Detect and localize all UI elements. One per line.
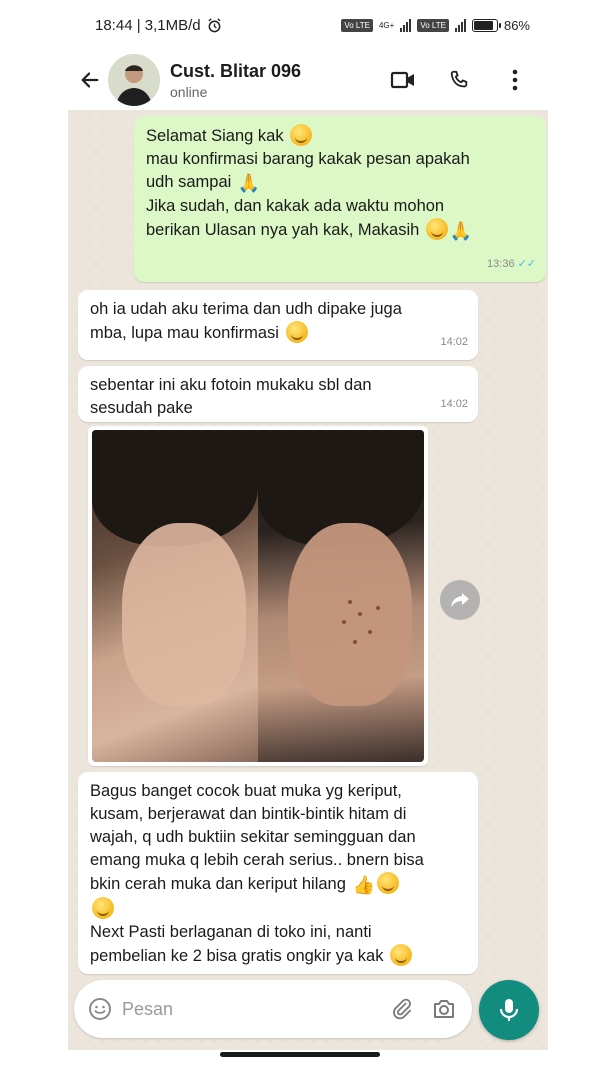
message-line: Bagus banget cocok buat muka yg keriput,: [90, 782, 402, 800]
message-outgoing[interactable]: Selamat Siang kak mau konfirmasi barang …: [134, 116, 546, 282]
message-time: 13:36 ✓✓: [487, 253, 536, 276]
message-line: oh ia udah aku terima dan udh dipake jug…: [90, 300, 402, 318]
blush-emoji-icon: [92, 897, 114, 919]
chat-area[interactable]: Selamat Siang kak mau konfirmasi barang …: [68, 110, 548, 1050]
photo-face: [287, 522, 413, 706]
message-text: pembelian ke 2 bisa gratis ongkir ya kak: [90, 947, 384, 965]
message-line: [90, 897, 466, 921]
message-incoming[interactable]: oh ia udah aku terima dan udh dipake jug…: [78, 290, 478, 360]
emoji-icon[interactable]: [88, 997, 112, 1021]
photo-detail: [368, 630, 372, 634]
message-incoming[interactable]: sebentar ini aku fotoin mukaku sbl dan s…: [78, 366, 478, 422]
camera-button[interactable]: [430, 995, 458, 1023]
message-text: bkin cerah muka dan keriput hilang: [90, 875, 346, 893]
message-time: 14:02: [440, 398, 468, 410]
mic-button[interactable]: [479, 980, 539, 1040]
message-line: Selamat Siang kak: [146, 124, 534, 148]
message-text: berikan Ulasan nya yah kak, Makasih: [146, 221, 420, 239]
grin-emoji-icon: [285, 321, 308, 343]
photo-detail: [353, 640, 357, 644]
message-line: bkin cerah muka dan keriput hilang 👍: [90, 872, 466, 897]
signal-icon-2: [454, 18, 466, 32]
photo-detail: [348, 600, 352, 604]
message-line: pembelian ke 2 bisa gratis ongkir ya kak: [90, 944, 466, 968]
chat-header: Cust. Blitar 096 online: [0, 50, 600, 110]
message-line: wajah, q udh buktiin sekitar semingguan …: [90, 828, 416, 846]
more-vertical-icon: [512, 69, 518, 91]
time-text: 13:36: [487, 258, 515, 270]
message-line: sebentar ini aku fotoin mukaku sbl dan: [90, 376, 372, 394]
contact-status: online: [170, 83, 208, 100]
pray-emoji-icon: 🙏: [237, 173, 261, 193]
message-line: sesudah pake: [90, 399, 193, 417]
message-line: berikan Ulasan nya yah kak, Makasih 🙏: [146, 218, 534, 243]
message-line: udh sampai 🙏: [146, 171, 534, 195]
more-options-button[interactable]: [502, 67, 528, 93]
photo-detail: [342, 620, 346, 624]
camera-icon: [434, 1000, 454, 1018]
header-actions: [390, 67, 528, 93]
thumbs-up-emoji-icon: 👍: [352, 875, 375, 895]
smile-emoji-icon: [290, 124, 313, 146]
message-text: mba, lupa mau konfirmasi: [90, 324, 279, 342]
video-call-icon: [390, 71, 414, 89]
photo-face: [121, 522, 247, 706]
grin-emoji-icon: [390, 944, 413, 966]
phone-call-icon: [450, 70, 468, 88]
message-text: udh sampai: [146, 173, 232, 191]
status-time: 18:44 | 3,1MB/d: [95, 16, 201, 34]
back-arrow-icon: [81, 72, 99, 88]
forward-share-icon: [451, 593, 469, 607]
photo-detail: [358, 612, 362, 616]
read-receipt-icon: ✓✓: [517, 258, 536, 270]
message-line: kusam, berjerawat dan bintik-bintik hita…: [90, 805, 407, 823]
before-after-photo[interactable]: [92, 430, 424, 762]
voice-call-button[interactable]: [446, 67, 472, 93]
photo-message[interactable]: [88, 426, 428, 766]
photo-detail: [376, 606, 380, 610]
battery-percent: 86%: [503, 17, 530, 33]
status-right: Vo LTE 4G+ Vo LTE 86%: [341, 18, 530, 33]
contact-name: Cust. Blitar 096: [170, 60, 302, 81]
photo-before: [258, 430, 424, 762]
message-line: emang muka q lebih cerah serius.. bnern …: [90, 851, 424, 869]
avatar-image: [108, 54, 160, 106]
message-time: 14:02: [440, 336, 468, 348]
message-line: Jika sudah, dan kakak ada waktu mohon: [146, 197, 445, 215]
avatar[interactable]: [108, 54, 160, 106]
microphone-icon: [499, 999, 519, 1021]
message-input-bar[interactable]: Pesan: [74, 980, 472, 1038]
pray-emoji-icon: 🙏: [449, 221, 473, 241]
volte-tag: Vo LTE: [341, 18, 373, 32]
signal-icon: [400, 18, 412, 32]
alarm-icon: [208, 17, 221, 32]
smile-emoji-icon: [425, 218, 448, 240]
status-left: 18:44 | 3,1MB/d: [95, 17, 222, 34]
message-line: mau konfirmasi barang kakak pesan apakah: [146, 150, 470, 168]
message-input[interactable]: Pesan: [122, 999, 374, 1020]
photo-after: [92, 430, 258, 762]
battery-fill: [473, 20, 493, 30]
volte-tag-2: Vo LTE: [417, 18, 449, 32]
message-line: mba, lupa mau konfirmasi: [90, 321, 466, 345]
paperclip-icon: [393, 998, 411, 1020]
blush-emoji-icon: [376, 872, 399, 894]
forward-button[interactable]: [440, 580, 480, 620]
message-text: Selamat Siang kak: [146, 127, 284, 145]
message-incoming-review[interactable]: Bagus banget cocok buat muka yg keriput,…: [78, 772, 478, 974]
status-bar: 18:44 | 3,1MB/d Vo LTE 4G+ Vo LTE 86%: [0, 0, 600, 50]
network-type: 4G+: [378, 20, 395, 30]
battery-icon: [471, 18, 501, 32]
message-line: Next Pasti berlaganan di toko ini, nanti: [90, 923, 372, 941]
attach-button[interactable]: [388, 995, 416, 1023]
video-call-button[interactable]: [390, 67, 416, 93]
home-indicator[interactable]: [220, 1052, 380, 1057]
back-button[interactable]: [78, 68, 102, 92]
contact-info[interactable]: Cust. Blitar 096 online: [170, 61, 301, 100]
